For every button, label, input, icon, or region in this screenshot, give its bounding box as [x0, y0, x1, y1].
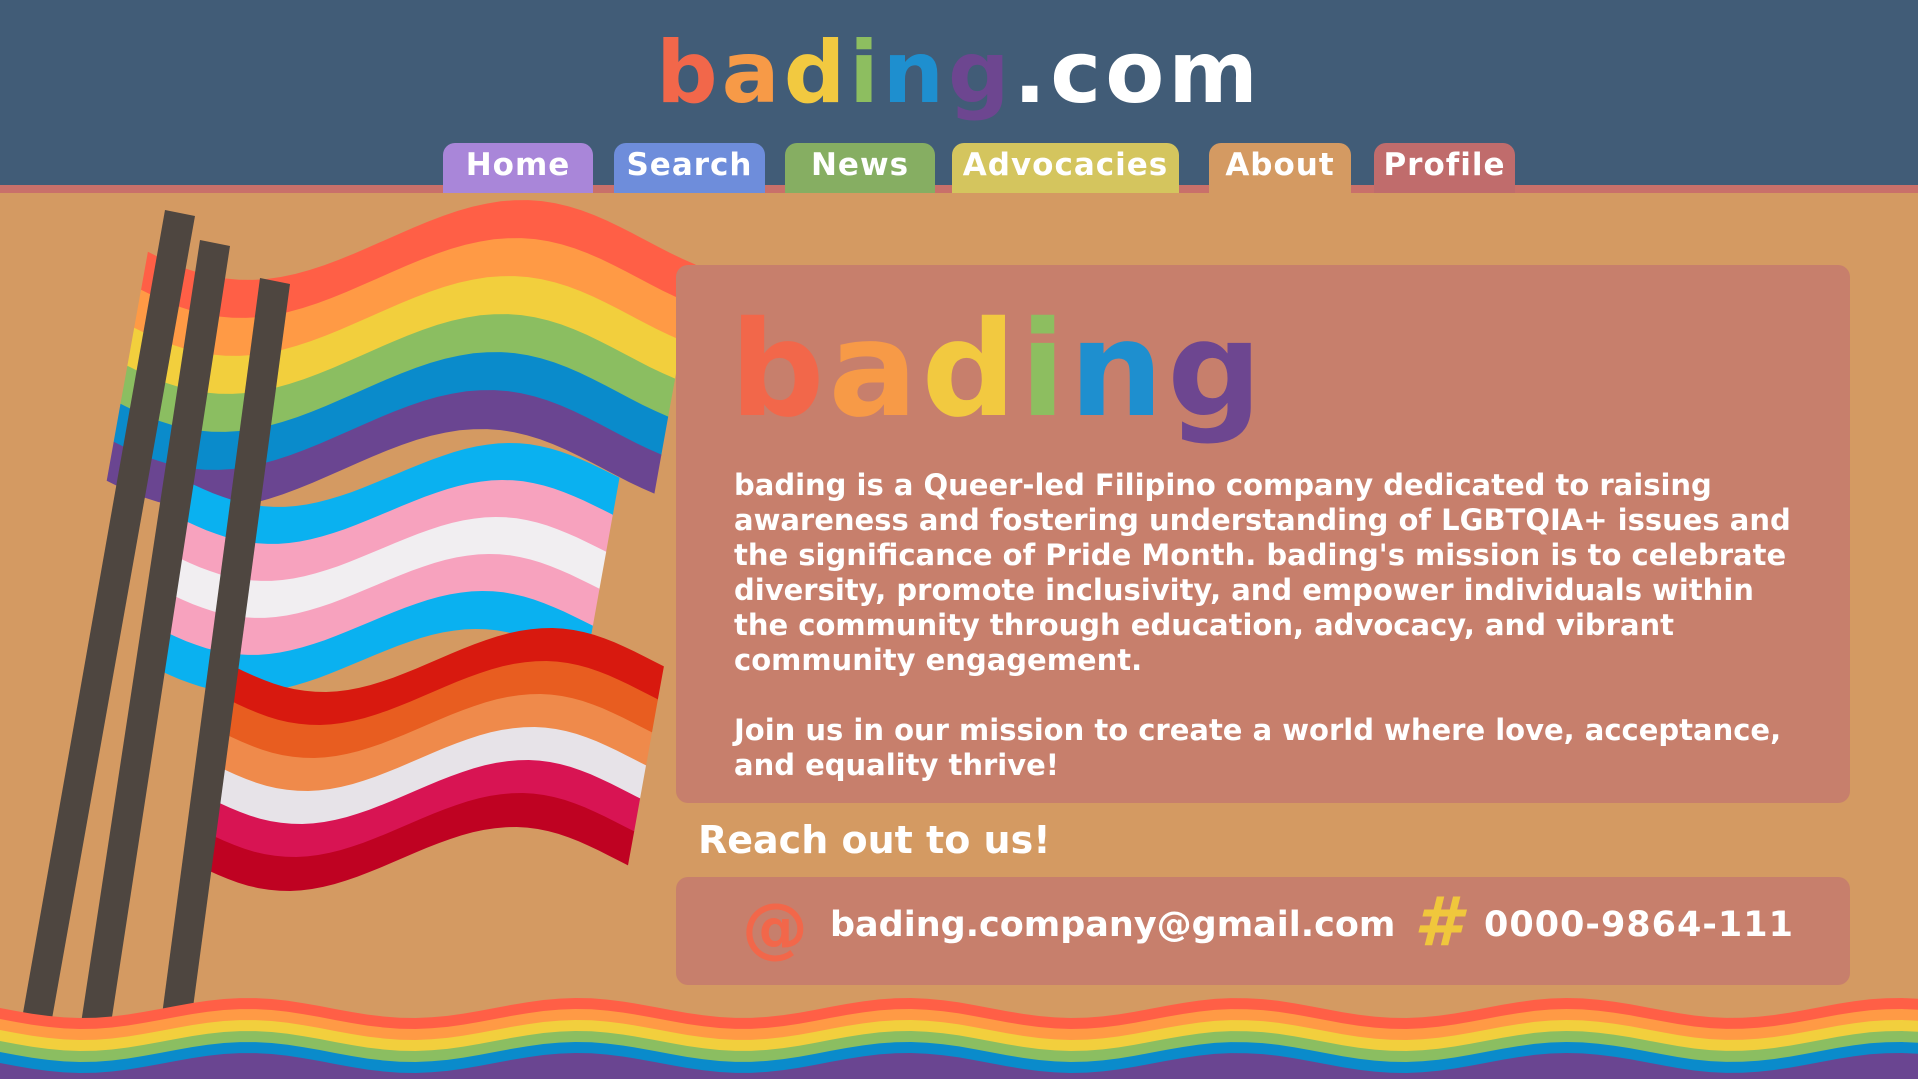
brand-letter: a: [828, 293, 922, 447]
logo-letter: i: [849, 23, 883, 123]
brand-letter: i: [1020, 293, 1070, 447]
logo-letter: a: [721, 23, 784, 123]
logo-letter: n: [882, 23, 948, 123]
brand-letter: d: [921, 293, 1021, 447]
tab-advocacies[interactable]: Advocacies: [952, 143, 1179, 193]
logo-letter: b: [656, 23, 722, 123]
tab-news[interactable]: News: [785, 143, 935, 193]
brand-letter: g: [1167, 293, 1266, 447]
tab-about[interactable]: About: [1209, 143, 1351, 195]
about-paragraph-2: Join us in our mission to create a world…: [734, 713, 1782, 782]
main-nav: Home Search News Advocacies About Profil…: [0, 143, 1918, 195]
brand-letter: n: [1069, 293, 1168, 447]
site-logo[interactable]: bading.com: [0, 18, 1918, 128]
at-icon: @: [742, 889, 808, 966]
tab-profile[interactable]: Profile: [1374, 143, 1515, 193]
about-description: bading is a Queer-led Filipino company d…: [734, 468, 1814, 783]
about-brand-logo: bading: [730, 290, 1266, 450]
contact-heading: Reach out to us!: [698, 818, 1051, 862]
rainbow-wave-bands: [0, 998, 1918, 1079]
about-paragraph-1: bading is a Queer-led Filipino company d…: [734, 468, 1791, 677]
tab-home[interactable]: Home: [443, 143, 593, 193]
logo-letter: d: [783, 23, 850, 123]
logo-letter: g: [947, 23, 1014, 123]
logo-suffix: .com: [1013, 23, 1262, 123]
rainbow-wave-footer: [0, 998, 1918, 1079]
contact-phone[interactable]: 0000-9864-111: [1484, 905, 1794, 945]
contact-email[interactable]: bading.company@gmail.com: [830, 905, 1395, 945]
brand-letter: b: [730, 293, 829, 447]
hash-icon: #: [1414, 883, 1462, 962]
tab-search[interactable]: Search: [614, 143, 765, 193]
pride-flags-illustration: [20, 200, 696, 1025]
